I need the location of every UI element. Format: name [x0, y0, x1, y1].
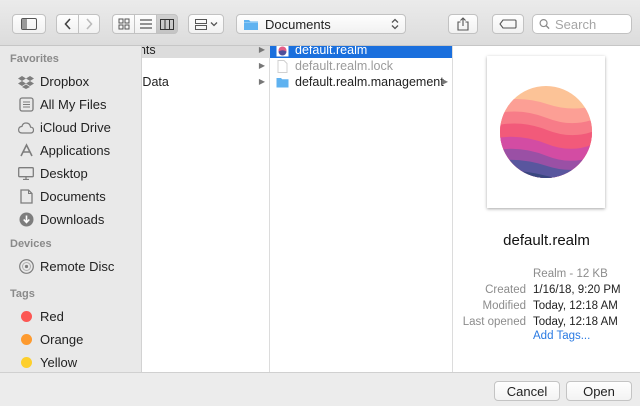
red-tag-dot-icon	[20, 311, 32, 322]
sidebar-item-label: Documents	[40, 189, 106, 204]
folder-icon	[244, 19, 258, 30]
tags-header: Tags	[10, 288, 35, 300]
add-tags-link[interactable]: Add Tags...	[533, 330, 590, 342]
group-grid-icon	[194, 18, 207, 30]
sidebar-item-downloads[interactable]: Downloads	[0, 208, 141, 231]
column-view-button[interactable]	[156, 14, 178, 34]
share-icon	[457, 17, 469, 31]
location-label: Documents	[265, 16, 331, 32]
metadata-row-created: Created 1/16/18, 9:20 PM	[485, 284, 621, 296]
sidebar-icon	[21, 18, 37, 30]
column-row[interactable]: mData ▶	[142, 74, 269, 90]
metadata-row-modified: Modified Today, 12:18 AM	[482, 300, 618, 312]
sidebar-item-documents[interactable]: Documents	[0, 185, 141, 208]
list-view-button[interactable]	[134, 14, 156, 34]
realm-file-icon	[276, 46, 289, 56]
sidebar-item-applications[interactable]: Applications	[0, 139, 141, 162]
yellow-tag-dot-icon	[20, 357, 32, 368]
sidebar-item-label: Remote Disc	[40, 259, 115, 274]
grid-icon	[118, 18, 129, 30]
sidebar-item-label: Orange	[40, 332, 84, 347]
open-button[interactable]: Open	[566, 381, 632, 401]
preview-filename: default.realm	[503, 232, 590, 249]
file-row-default-realm-management[interactable]: default.realm.management ▶	[270, 74, 452, 90]
sidebar-item-label: Dropbox	[40, 74, 90, 89]
chevron-down-icon	[210, 22, 217, 27]
sidebar-item-label: Downloads	[40, 212, 105, 227]
search-icon	[539, 19, 550, 30]
applications-icon	[18, 143, 34, 159]
sidebar-item-label: Applications	[40, 143, 111, 158]
preview-metadata: Created 1/16/18, 9:20 PM Modified Today,…	[453, 284, 640, 332]
cancel-button[interactable]: Cancel	[494, 381, 560, 401]
dropbox-icon	[18, 74, 34, 90]
desktop-icon	[18, 166, 34, 182]
search-input[interactable]	[555, 16, 625, 32]
sidebar-item-label: Yellow	[40, 355, 78, 370]
favorites-header: Favorites	[10, 53, 59, 65]
sidebar-item-dropbox[interactable]: Dropbox	[0, 70, 141, 93]
chevron-left-icon	[63, 18, 71, 30]
browser-column-2: default.realm default.realm.lock default…	[270, 46, 453, 372]
sidebar-toggle-button[interactable]	[12, 14, 46, 34]
search-field[interactable]	[532, 14, 632, 34]
file-thumbnail	[487, 56, 605, 208]
orange-tag-dot-icon	[20, 334, 32, 345]
location-popup[interactable]: Documents	[236, 14, 406, 34]
sidebar-item-label: iCloud Drive	[40, 120, 111, 135]
disclosure-triangle-icon: ▶	[258, 46, 265, 54]
icon-view-button[interactable]	[112, 14, 134, 34]
disclosure-triangle-icon: ▶	[258, 77, 265, 86]
sidebar-item-desktop[interactable]: Desktop	[0, 162, 141, 185]
preview-kind-size: Realm - 12 KB	[533, 268, 608, 280]
sidebar: Favorites Dropbox All My Files iCloud Dr…	[0, 46, 142, 372]
column-row[interactable]: ents ▶	[142, 46, 269, 58]
sidebar-item-label: All My Files	[40, 97, 107, 112]
all-files-icon	[18, 97, 34, 113]
preview-pane: default.realm Realm - 12 KB Created 1/16…	[453, 46, 640, 372]
downloads-icon	[18, 212, 34, 228]
file-row-default-realm-lock[interactable]: default.realm.lock	[270, 58, 452, 74]
browser-column-1: ents ▶ y ▶ mData ▶	[142, 46, 270, 372]
sidebar-item-tag-yellow[interactable]: Yellow	[0, 351, 141, 374]
disclosure-triangle-icon: ▶	[258, 61, 265, 70]
sidebar-item-icloud-drive[interactable]: iCloud Drive	[0, 116, 141, 139]
tags-button[interactable]	[492, 14, 524, 34]
forward-button[interactable]	[78, 14, 100, 34]
realm-logo-icon	[500, 86, 592, 178]
disclosure-triangle-icon: ▶	[441, 77, 448, 86]
sidebar-item-label: Desktop	[40, 166, 88, 181]
dialog-footer: Cancel Open	[0, 372, 640, 406]
disc-icon	[18, 259, 34, 275]
sidebar-item-all-my-files[interactable]: All My Files	[0, 93, 141, 116]
list-icon	[139, 19, 152, 29]
updown-chevron-icon	[391, 18, 399, 30]
column-row[interactable]: y ▶	[142, 58, 269, 74]
group-by-button[interactable]	[188, 14, 224, 34]
cloud-icon	[18, 120, 34, 136]
back-button[interactable]	[56, 14, 78, 34]
folder-icon	[276, 77, 289, 87]
documents-icon	[18, 189, 34, 205]
sidebar-item-remote-disc[interactable]: Remote Disc	[0, 255, 141, 278]
sidebar-item-tag-red[interactable]: Red	[0, 305, 141, 328]
tag-icon	[499, 19, 517, 29]
file-row-default-realm[interactable]: default.realm	[270, 46, 452, 58]
columns-icon	[160, 18, 174, 30]
chevron-right-icon	[86, 18, 93, 30]
view-mode-control	[112, 14, 178, 34]
share-button[interactable]	[448, 14, 478, 34]
toolbar: Documents	[0, 0, 640, 46]
sidebar-item-tag-orange[interactable]: Orange	[0, 328, 141, 351]
devices-header: Devices	[10, 238, 52, 250]
back-forward-control	[56, 14, 100, 34]
blank-document-icon	[277, 59, 288, 73]
sidebar-item-label: Red	[40, 309, 64, 324]
open-dialog: Documents Favorites	[0, 0, 640, 406]
